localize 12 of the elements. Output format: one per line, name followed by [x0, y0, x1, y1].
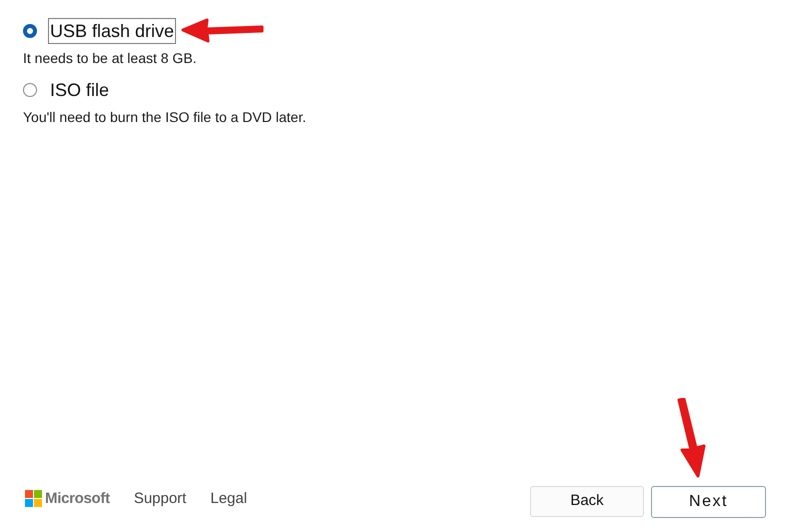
option-description: You'll need to burn the ISO file to a DVD later.	[23, 108, 308, 127]
next-button[interactable]: Next	[651, 486, 766, 518]
radio-button[interactable]	[23, 83, 37, 97]
radio-label[interactable]: USB flash drive	[48, 18, 176, 44]
footer-link[interactable]: Legal	[210, 488, 248, 510]
radio-label[interactable]: ISO file	[48, 77, 112, 103]
radio-button[interactable]	[23, 24, 37, 38]
option-description: It needs to be at least 8 GB.	[23, 49, 198, 68]
logo-icon	[25, 490, 42, 508]
back-button[interactable]: Back	[530, 486, 644, 517]
footer-link[interactable]: Support	[134, 488, 186, 510]
brand-name: Microsoft	[45, 488, 110, 508]
